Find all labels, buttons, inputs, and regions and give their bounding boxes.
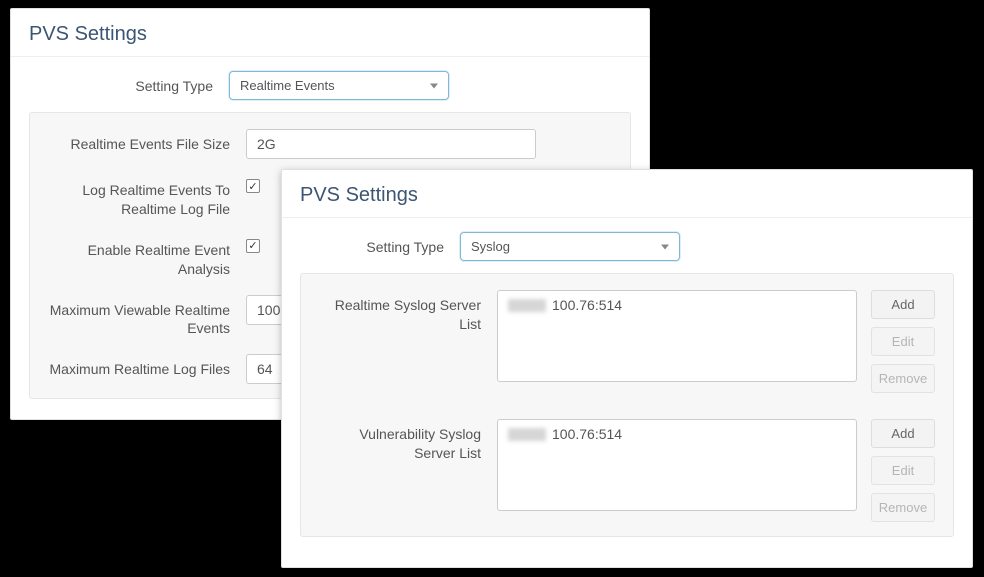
setting-type-select[interactable]: Realtime Events [229,71,449,100]
file-size-label: Realtime Events File Size [46,129,246,154]
setting-type-value: Realtime Events [240,78,335,93]
enable-analysis-label: Enable Realtime Event Analysis [46,235,246,279]
list-item-text: 100.76:514 [552,426,622,442]
enable-analysis-checkbox[interactable]: ✓ [246,239,260,253]
add-button[interactable]: Add [871,419,935,448]
vulnerability-syslog-list-label: Vulnerability Syslog Server List [317,419,497,463]
redacted-prefix [508,299,546,312]
max-viewable-label: Maximum Viewable Realtime Events [46,295,246,339]
setting-type-select[interactable]: Syslog [460,232,680,261]
setting-type-label: Setting Type [29,71,229,96]
pvs-settings-syslog-panel: PVS Settings Setting Type Syslog Realtim… [281,169,973,568]
max-logfiles-label: Maximum Realtime Log Files [46,354,246,379]
list-item-text: 100.76:514 [552,297,622,313]
add-button[interactable]: Add [871,290,935,319]
realtime-syslog-list-label: Realtime Syslog Server List [317,290,497,334]
log-to-file-label: Log Realtime Events To Realtime Log File [46,175,246,219]
syslog-settings-fieldset: Realtime Syslog Server List 100.76:514 A… [300,273,954,537]
setting-type-value: Syslog [471,239,510,254]
list-item[interactable]: 100.76:514 [498,291,856,319]
edit-button[interactable]: Edit [871,456,935,485]
chevron-down-icon [661,244,669,249]
panel-title: PVS Settings [11,9,649,57]
redacted-prefix [508,428,546,441]
file-size-input[interactable] [246,129,536,159]
remove-button[interactable]: Remove [871,493,935,522]
list-item[interactable]: 100.76:514 [498,420,856,448]
remove-button[interactable]: Remove [871,364,935,393]
panel-title: PVS Settings [282,170,972,218]
realtime-syslog-listbox[interactable]: 100.76:514 [497,290,857,382]
chevron-down-icon [430,83,438,88]
setting-type-label: Setting Type [300,232,460,257]
log-to-file-checkbox[interactable]: ✓ [246,179,260,193]
vulnerability-syslog-listbox[interactable]: 100.76:514 [497,419,857,511]
edit-button[interactable]: Edit [871,327,935,356]
